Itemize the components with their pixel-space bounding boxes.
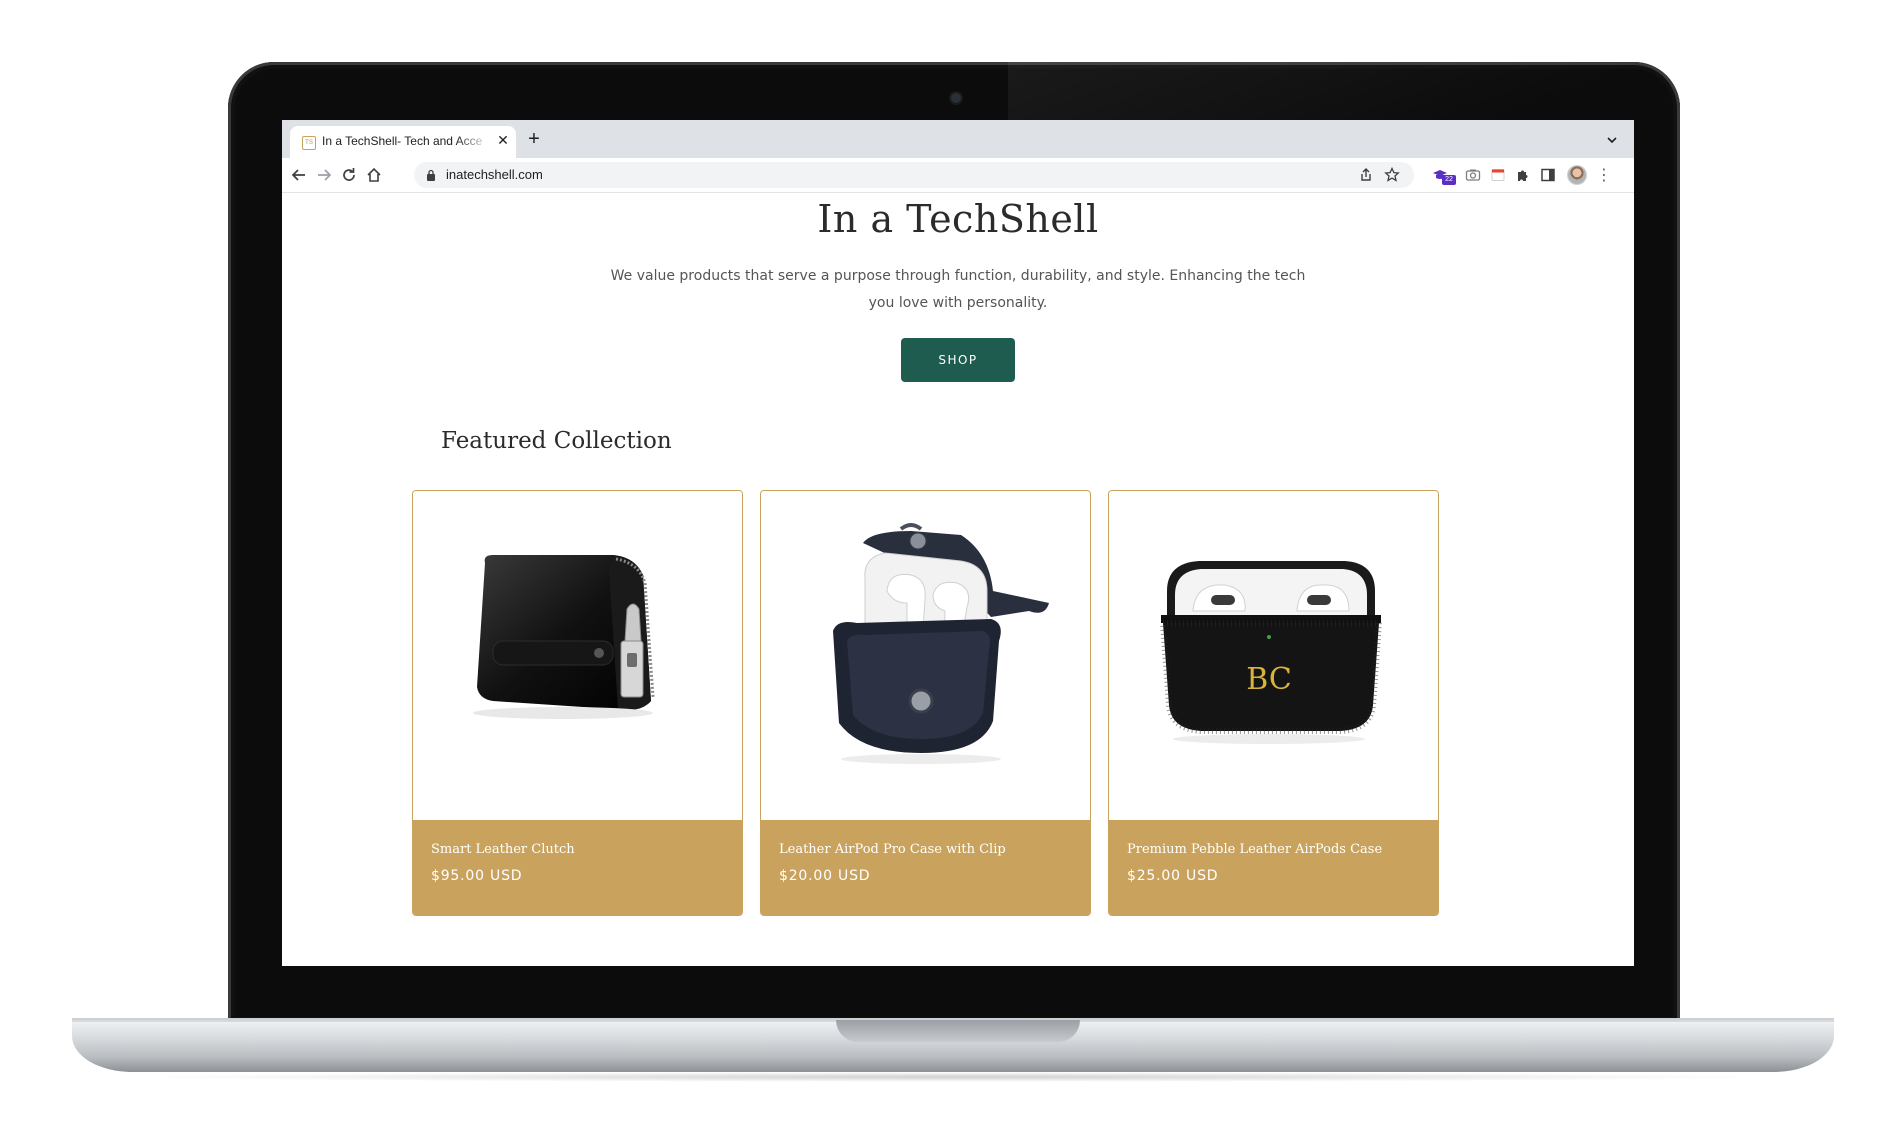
reload-icon[interactable]: [340, 166, 358, 184]
shop-button[interactable]: SHOP: [901, 338, 1015, 382]
product-image-airpod-clip-case[interactable]: [761, 491, 1090, 820]
product-image-clutch[interactable]: [413, 491, 742, 820]
hero-description: We value products that serve a purpose t…: [610, 268, 1306, 311]
extension-hat-icon[interactable]: 22: [1432, 167, 1456, 185]
product-info[interactable]: Premium Pebble Leather AirPods Case $25.…: [1109, 820, 1438, 915]
laptop-shadow: [120, 1072, 1780, 1082]
hero-title: In a TechShell: [817, 197, 1099, 241]
share-icon[interactable]: [1358, 167, 1374, 183]
address-bar[interactable]: inatechshell.com: [414, 162, 1414, 188]
product-price: $20.00 USD: [779, 868, 871, 884]
close-tab-icon[interactable]: ✕: [495, 133, 511, 149]
side-panel-icon[interactable]: [1540, 167, 1556, 183]
product-name[interactable]: Leather AirPod Pro Case with Clip: [779, 842, 1006, 857]
airpod-case-icon: [833, 523, 1049, 764]
airpods-pebble-case-icon: BC: [1159, 561, 1383, 744]
product-name[interactable]: Smart Leather Clutch: [431, 842, 575, 857]
home-icon[interactable]: [365, 166, 383, 184]
site-favicon-icon: TS: [302, 136, 316, 150]
camera-extension-icon[interactable]: [1465, 167, 1481, 183]
product-card-leather-airpod-pro-case[interactable]: Leather AirPod Pro Case with Clip $20.00…: [760, 490, 1091, 916]
new-tab-icon[interactable]: +: [524, 129, 544, 149]
back-arrow-icon[interactable]: [290, 166, 308, 184]
extension-badge: 22: [1442, 175, 1456, 185]
laptop-notch: [836, 1020, 1080, 1042]
product-name[interactable]: Premium Pebble Leather AirPods Case: [1127, 842, 1382, 857]
webcam: [951, 93, 961, 103]
monogram-text: BC: [1246, 662, 1292, 697]
browser-menu-icon[interactable]: ⋮: [1596, 166, 1612, 184]
product-price: $95.00 USD: [431, 868, 523, 884]
leather-clutch-icon: [473, 555, 655, 719]
featured-collection-heading: Featured Collection: [441, 428, 672, 454]
tab-title: In a TechShell- Tech and Acce: [322, 134, 483, 148]
product-price: $25.00 USD: [1127, 868, 1219, 884]
product-image-pebble-airpods-case[interactable]: BC: [1109, 491, 1438, 820]
calendar-extension-icon[interactable]: [1490, 167, 1506, 183]
tab-search-chevron-icon[interactable]: [1604, 132, 1620, 148]
puzzle-extensions-icon[interactable]: [1515, 167, 1531, 183]
browser-toolbar: inatechshell.com 22 ⋮: [282, 158, 1634, 193]
product-info[interactable]: Smart Leather Clutch $95.00 USD: [413, 820, 742, 915]
product-card-premium-pebble-leather-airpods-case[interactable]: BC Premium Pebble Leather AirPods Case $…: [1108, 490, 1439, 916]
forward-arrow-icon[interactable]: [315, 166, 333, 184]
lock-icon[interactable]: [426, 169, 436, 181]
bookmark-star-icon[interactable]: [1384, 167, 1400, 183]
website-page: In a TechShell We value products that se…: [282, 193, 1634, 966]
active-tab[interactable]: TS In a TechShell- Tech and Acce ✕: [290, 126, 516, 158]
url-text[interactable]: inatechshell.com: [446, 167, 543, 182]
browser-window: TS In a TechShell- Tech and Acce ✕ + ina…: [282, 120, 1634, 966]
product-info[interactable]: Leather AirPod Pro Case with Clip $20.00…: [761, 820, 1090, 915]
tab-strip: TS In a TechShell- Tech and Acce ✕ +: [282, 120, 1634, 158]
profile-avatar[interactable]: [1568, 166, 1586, 184]
product-card-smart-leather-clutch[interactable]: Smart Leather Clutch $95.00 USD: [412, 490, 743, 916]
